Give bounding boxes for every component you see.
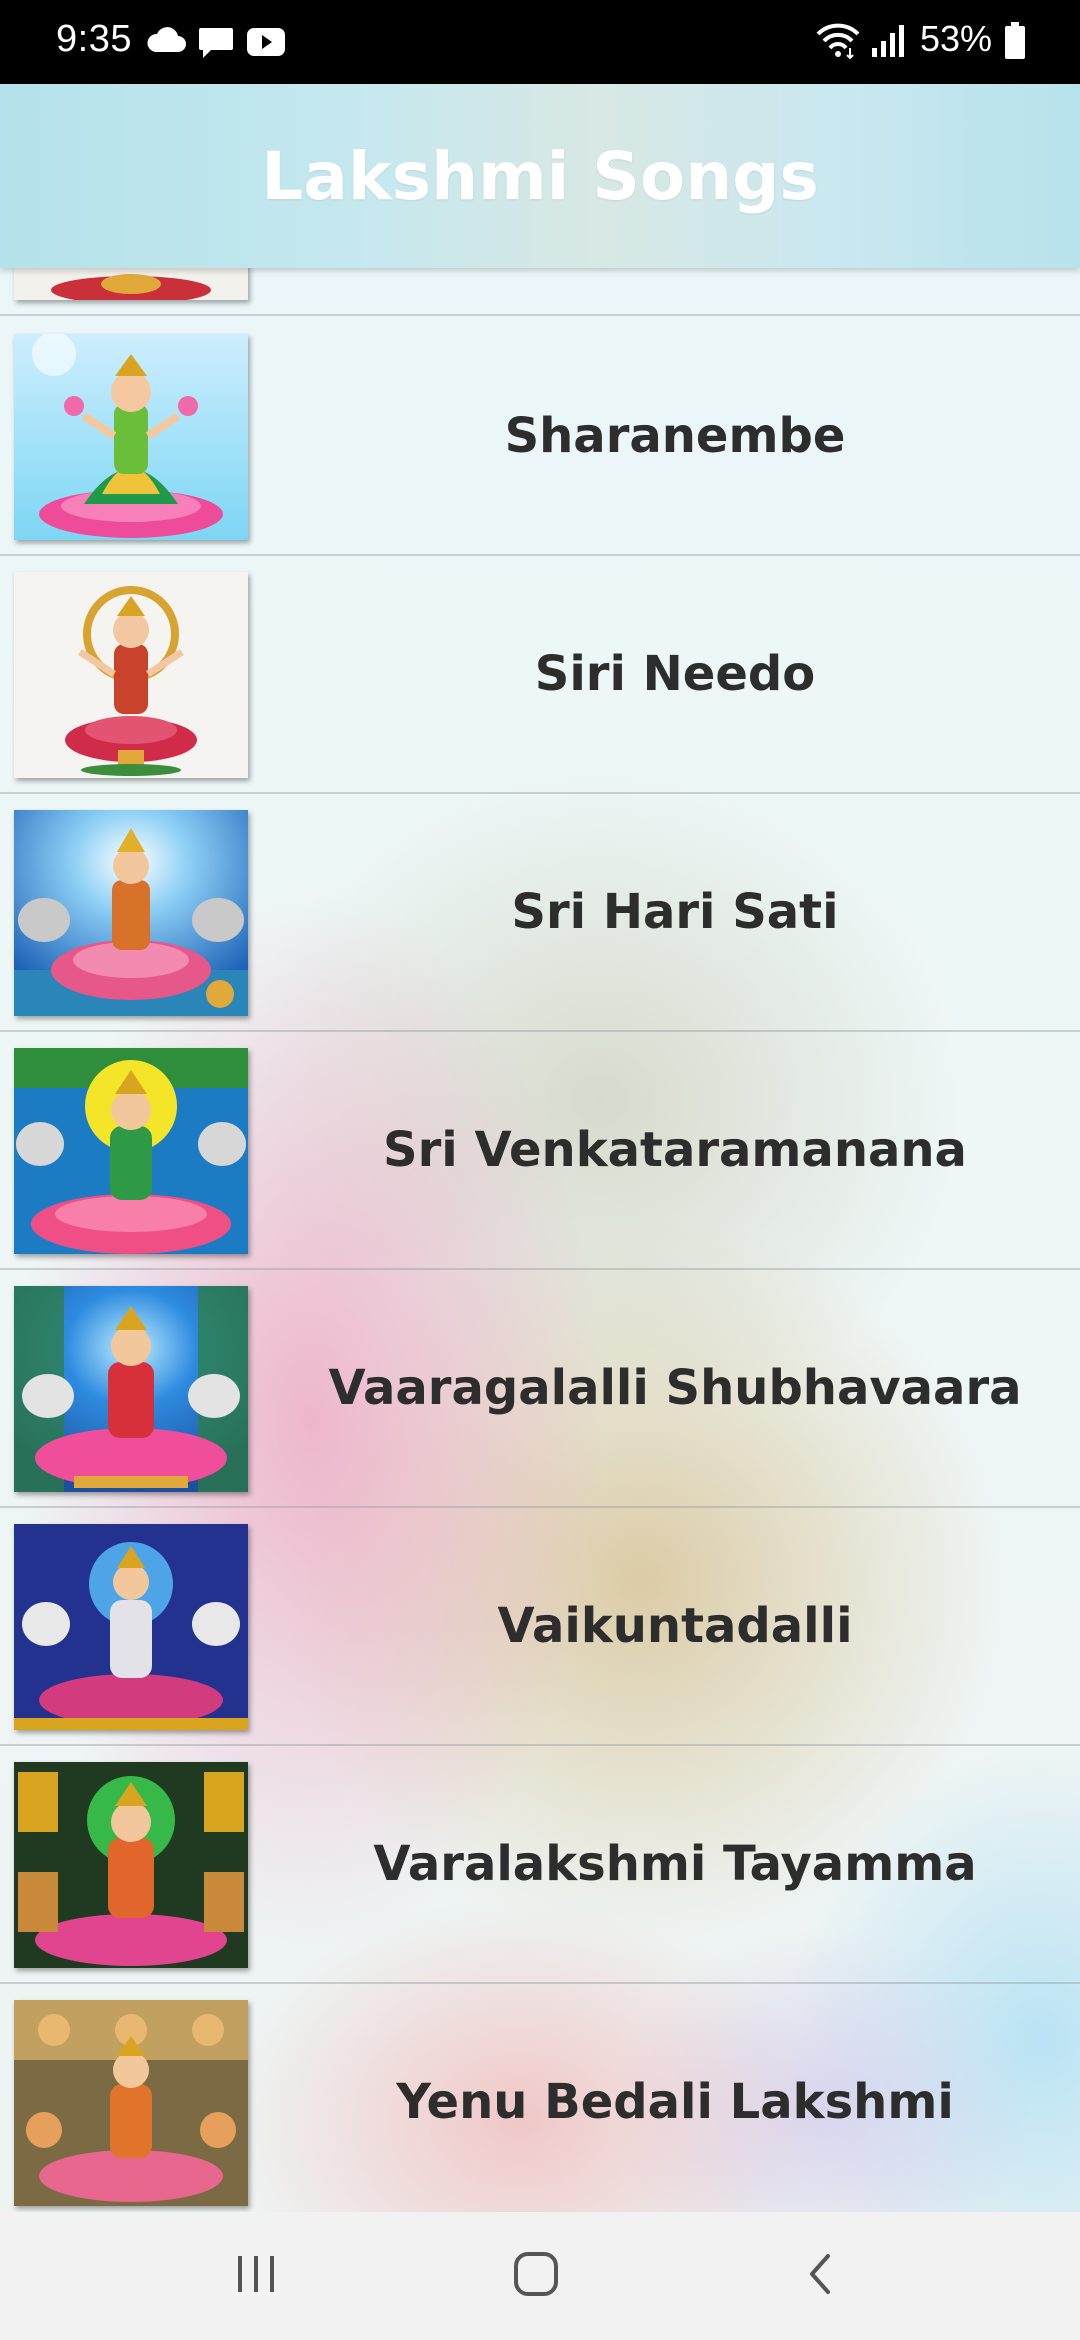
list-item[interactable]: Sharanembe [0, 318, 1080, 556]
page-title: Lakshmi Songs [261, 137, 819, 215]
song-thumbnail [14, 572, 248, 778]
list-item[interactable] [0, 268, 1080, 316]
song-title: Vaikuntadalli [497, 1598, 853, 1654]
list-item[interactable]: Sri Hari Sati [0, 794, 1080, 1032]
song-title: Sri Hari Sati [511, 884, 839, 940]
song-thumbnail [14, 334, 248, 540]
signal-icon [870, 24, 906, 63]
song-thumbnail [14, 268, 248, 300]
song-thumbnail [14, 2000, 248, 2206]
song-thumbnail [14, 1286, 248, 1492]
message-icon [198, 26, 234, 65]
cloud-icon [146, 26, 186, 59]
status-time: 9:35 [56, 18, 132, 60]
song-list[interactable]: Sharanembe Siri Needo Sri Hari Sati Sri … [0, 268, 1080, 2212]
wifi-icon [816, 22, 860, 65]
back-icon[interactable] [800, 2250, 840, 2303]
song-thumbnail [14, 1524, 248, 1730]
song-thumbnail [14, 810, 248, 1016]
app-bar: Lakshmi Songs [0, 84, 1080, 268]
song-title [270, 268, 1080, 314]
song-title: Siri Needo [534, 646, 816, 702]
song-thumbnail [14, 1762, 248, 1968]
song-title: Sri Venkataramanana [383, 1122, 967, 1178]
battery-percent: 53% [920, 18, 993, 59]
home-icon[interactable] [512, 2250, 560, 2303]
battery-icon [1004, 22, 1026, 65]
song-title: Sharanembe [504, 408, 846, 464]
status-bar: 9:35 53% [0, 0, 1080, 84]
list-item[interactable]: Sri Venkataramanana [0, 1032, 1080, 1270]
youtube-icon [246, 27, 286, 62]
list-item[interactable]: Vaikuntadalli [0, 1508, 1080, 1746]
list-item[interactable]: Yenu Bedali Lakshmi [0, 1984, 1080, 2212]
app-screen: 9:35 53% Lakshmi Songs Sharanembe Siri N… [0, 0, 1080, 2340]
song-thumbnail [14, 1048, 248, 1254]
list-item[interactable]: Vaaragalalli Shubhavaara [0, 1270, 1080, 1508]
song-title: Vaaragalalli Shubhavaara [328, 1360, 1022, 1416]
recent-apps-icon[interactable] [232, 2252, 280, 2301]
list-item[interactable]: Siri Needo [0, 556, 1080, 794]
navigation-bar [0, 2212, 1080, 2340]
song-title: Varalakshmi Tayamma [373, 1836, 977, 1892]
song-title: Yenu Bedali Lakshmi [396, 2074, 954, 2130]
list-item[interactable]: Varalakshmi Tayamma [0, 1746, 1080, 1984]
